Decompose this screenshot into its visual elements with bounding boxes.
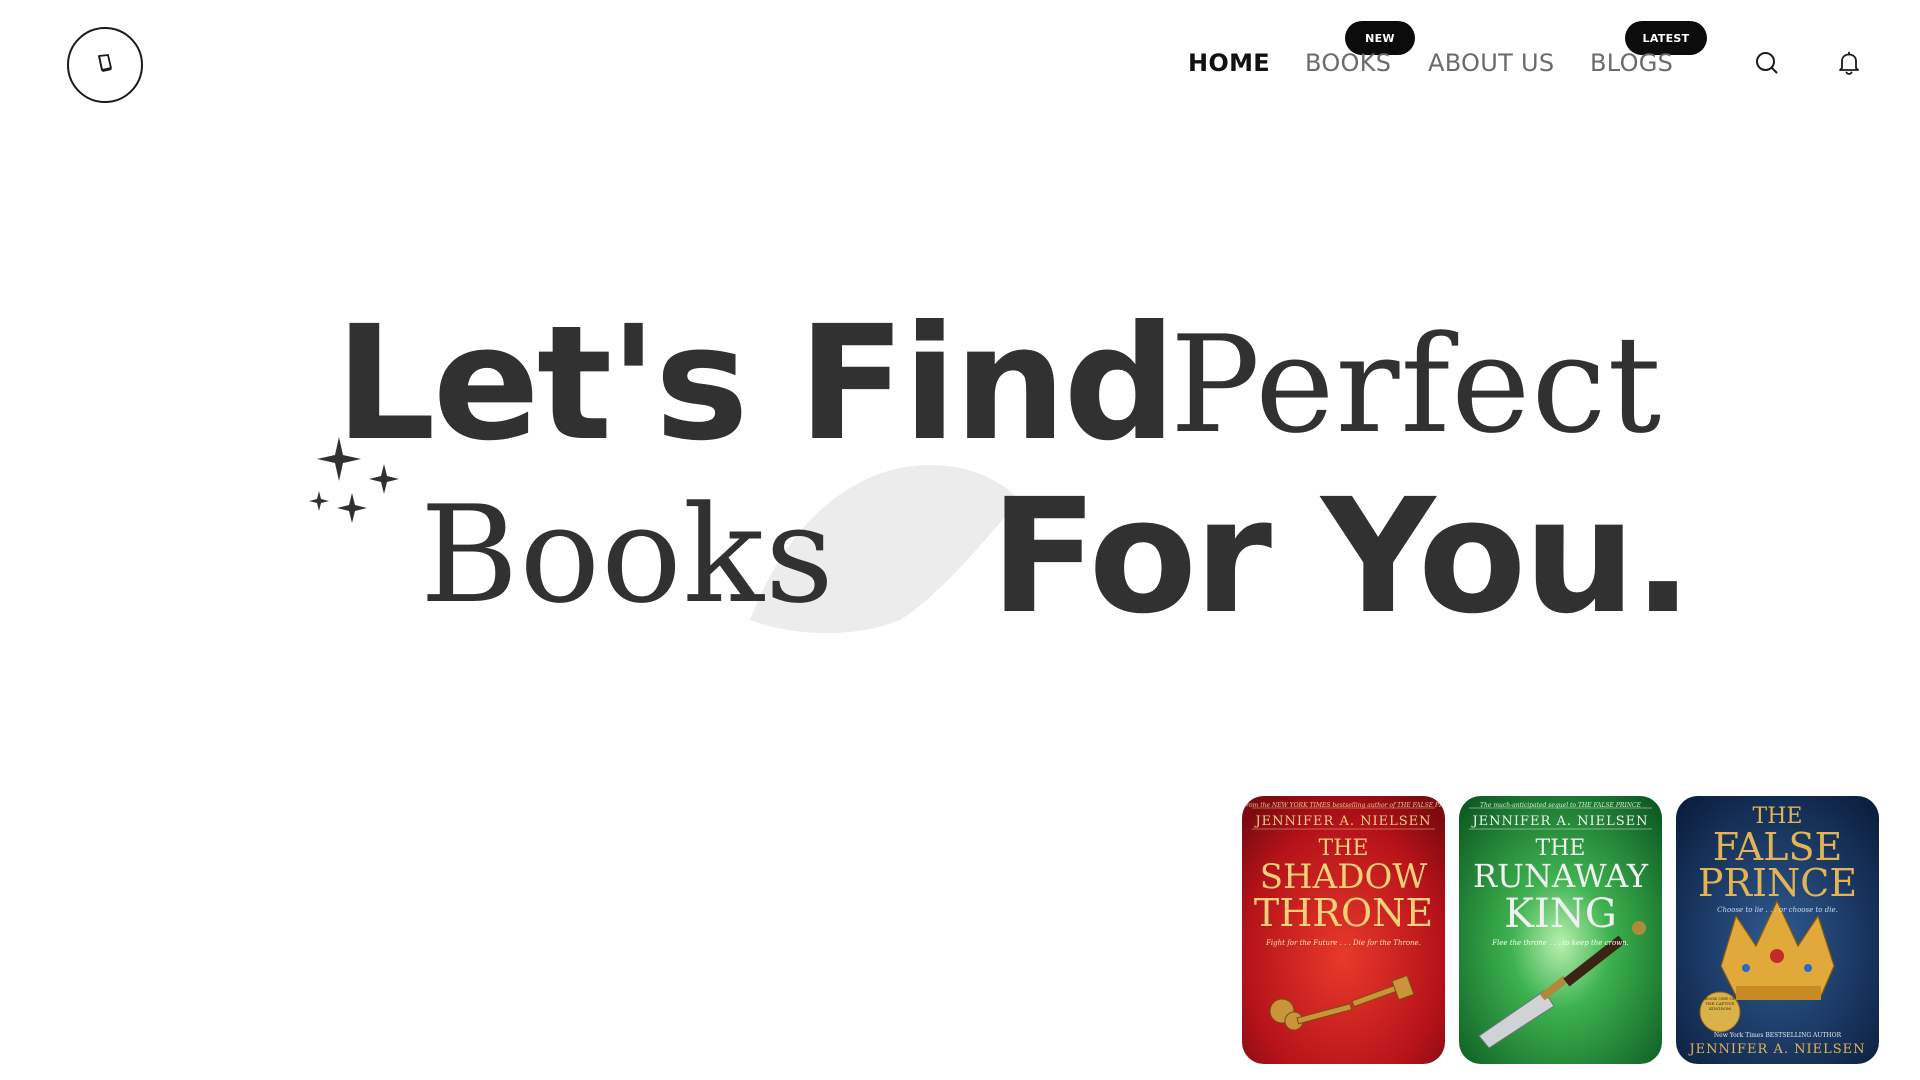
hero-heading-perfect: Perfect <box>1170 307 1663 463</box>
book-subtitle: Fight for the Future . . . Die for the T… <box>1266 939 1421 947</box>
book-tagline: From the NEW YORK TIMES bestselling auth… <box>1242 802 1445 809</box>
hero-section: Let's Find Perfect Books For You. <box>0 0 1920 700</box>
book-title-line: KING <box>1504 891 1617 937</box>
book-medal-text: BOOK ONE OF THE CAPTIVE KINGDOM <box>1704 996 1736 1011</box>
book-title-line: PRINCE <box>1697 861 1858 905</box>
book-author: JENNIFER A. NIELSEN <box>1472 814 1649 829</box>
book-cover-shadow-throne[interactable]: From the NEW YORK TIMES bestselling auth… <box>1242 796 1445 1064</box>
book-title-line: SHADOW <box>1259 857 1428 897</box>
book-subtitle: Choose to lie . . . or choose to die. <box>1717 906 1838 914</box>
book-cover-false-prince[interactable]: THE FALSE PRINCE Choose to lie . . . or … <box>1676 796 1879 1064</box>
book-subtitle: Flee the throne . . . to keep the crown. <box>1492 939 1629 947</box>
hero-heading-for-you: For You. <box>990 465 1693 649</box>
book-cover-runaway-king[interactable]: The much-anticipated sequel to THE FALSE… <box>1459 796 1662 1064</box>
hero-heading-books: Books <box>420 477 835 633</box>
book-author: JENNIFER A. NIELSEN <box>1255 814 1432 829</box>
book-title-line: RUNAWAY <box>1472 857 1649 895</box>
book-bottom-tagline: New York Times BESTSELLING AUTHOR <box>1713 1032 1842 1039</box>
book-author: JENNIFER A. NIELSEN <box>1689 1042 1866 1057</box>
book-title-line: THRONE <box>1253 891 1434 935</box>
hero-heading-lets-find: Let's Find <box>335 292 1176 476</box>
book-tagline: The much-anticipated sequel to THE FALSE… <box>1480 802 1641 809</box>
